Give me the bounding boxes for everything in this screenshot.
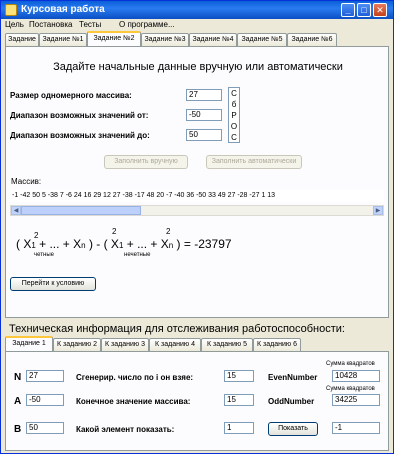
range-from-label: Диапазон возможных значений от: bbox=[10, 111, 149, 120]
vertical-letter: С bbox=[231, 89, 237, 98]
tab-task-1[interactable]: Задание №1 bbox=[39, 33, 87, 46]
vertical-letter: С bbox=[231, 133, 237, 142]
fill-auto-button[interactable]: Заполнить автоматически bbox=[206, 155, 302, 169]
size-input[interactable]: 27 bbox=[186, 89, 222, 101]
tech-tab-3[interactable]: К заданию 3 bbox=[101, 338, 149, 351]
minimize-button[interactable]: _ bbox=[341, 3, 355, 17]
tab-task-4[interactable]: Задание №4 bbox=[189, 33, 237, 46]
tech-tab-4[interactable]: К заданию 4 bbox=[149, 338, 201, 351]
show-label: Какой элемент показать: bbox=[76, 425, 175, 434]
menu-item-about[interactable]: О программе... bbox=[119, 20, 175, 29]
gen-input[interactable]: 15 bbox=[224, 370, 254, 382]
formula-exp-3: 2 bbox=[166, 227, 171, 236]
tech-tab-6[interactable]: К заданию 6 bbox=[253, 338, 301, 351]
close-button[interactable]: ✕ bbox=[373, 3, 387, 17]
app-window: Курсовая работа _ □ ✕ Цель Постановка Те… bbox=[0, 0, 394, 454]
tech-panel: N 27 A -50 B 50 Сгенерир. число по i он … bbox=[5, 351, 389, 451]
odd-input[interactable]: 34225 bbox=[332, 394, 380, 406]
task-panel: Задайте начальные данные вручную или авт… bbox=[5, 46, 389, 318]
formula: ( X1 + ... + Xn ) - ( X1 + ... + Xn ) = … bbox=[16, 227, 316, 267]
end-input[interactable]: 15 bbox=[224, 394, 254, 406]
range-to-input[interactable]: 50 bbox=[186, 129, 222, 141]
menu-item-tests[interactable]: Тесты bbox=[79, 20, 101, 29]
formula-exp-2: 2 bbox=[112, 227, 117, 236]
even-label: EvenNumber bbox=[268, 373, 318, 382]
page-title: Задайте начальные данные вручную или авт… bbox=[53, 61, 343, 73]
scroll-left-icon[interactable]: ◀ bbox=[11, 206, 21, 215]
b-input[interactable]: 50 bbox=[26, 422, 64, 434]
show-input[interactable]: 1 bbox=[224, 422, 254, 434]
menu-bar: Цель Постановка Тесты О программе... bbox=[1, 19, 393, 31]
tab-task-2[interactable]: Задание №2 bbox=[87, 31, 141, 46]
app-icon bbox=[5, 4, 17, 16]
tech-tab-1[interactable]: Задание 1 bbox=[5, 336, 53, 351]
go-to-condition-button[interactable]: Перейти к условию bbox=[10, 277, 96, 291]
vertical-letter: б bbox=[231, 100, 237, 109]
range-to-label: Диапазон возможных значений до: bbox=[10, 131, 150, 140]
menu-item-goal[interactable]: Цель bbox=[5, 20, 24, 29]
vertical-letter: Р bbox=[231, 111, 237, 120]
vertical-letter: О bbox=[230, 122, 238, 131]
tab-task-6[interactable]: Задание №6 bbox=[287, 33, 337, 46]
tab-task-3[interactable]: Задание №3 bbox=[141, 33, 189, 46]
maximize-button[interactable]: □ bbox=[357, 3, 371, 17]
show-result-input[interactable]: -1 bbox=[332, 422, 380, 434]
title-bar: Курсовая работа _ □ ✕ bbox=[1, 1, 393, 19]
fill-manual-button[interactable]: Заполнить вручную bbox=[104, 155, 188, 169]
formula-exp-1: 2 bbox=[34, 231, 39, 240]
menu-item-statement[interactable]: Постановка bbox=[29, 20, 72, 29]
size-label: Размер одномерного массива: bbox=[10, 91, 132, 100]
even-caption: Сумма квадратов bbox=[326, 361, 375, 367]
scroll-thumb[interactable] bbox=[21, 206, 141, 215]
formula-text: ( X1 + ... + Xn ) - ( X1 + ... + Xn ) = … bbox=[16, 237, 232, 251]
n-label: N bbox=[14, 372, 22, 383]
formula-sub-even: четные bbox=[34, 252, 54, 258]
tab-task[interactable]: Задание bbox=[5, 33, 39, 46]
end-label: Конечное значение массива: bbox=[76, 397, 191, 406]
tech-info-title: Техническая информация для отслеживания … bbox=[9, 323, 345, 335]
array-scrollbar[interactable]: ◀ ▶ bbox=[10, 205, 384, 216]
gen-label: Сгенерир. число по i он взяе: bbox=[76, 373, 194, 382]
odd-caption: Сумма квадратов bbox=[326, 386, 375, 392]
array-values: -1 -42 50 5 -38 7 -6 24 16 29 12 27 -38 … bbox=[10, 190, 384, 202]
b-label: B bbox=[14, 424, 22, 435]
window-title: Курсовая работа bbox=[21, 4, 105, 15]
a-label: A bbox=[14, 396, 22, 407]
scroll-right-icon[interactable]: ▶ bbox=[373, 206, 383, 215]
reset-vertical-button[interactable]: С б Р О С bbox=[228, 87, 240, 143]
show-button[interactable]: Показать bbox=[268, 422, 318, 436]
array-label: Массив: bbox=[11, 177, 42, 186]
formula-result: = -23797 bbox=[183, 237, 232, 251]
a-input[interactable]: -50 bbox=[26, 394, 64, 406]
tech-tab-5[interactable]: К заданию 5 bbox=[201, 338, 253, 351]
n-input[interactable]: 27 bbox=[26, 370, 64, 382]
even-input[interactable]: 10428 bbox=[332, 370, 380, 382]
tab-task-5[interactable]: Задание №5 bbox=[237, 33, 287, 46]
odd-label: OddNumber bbox=[268, 397, 315, 406]
range-from-input[interactable]: -50 bbox=[186, 109, 222, 121]
tech-tab-2[interactable]: К заданию 2 bbox=[53, 338, 101, 351]
formula-sub-odd: нечетные bbox=[124, 252, 151, 258]
